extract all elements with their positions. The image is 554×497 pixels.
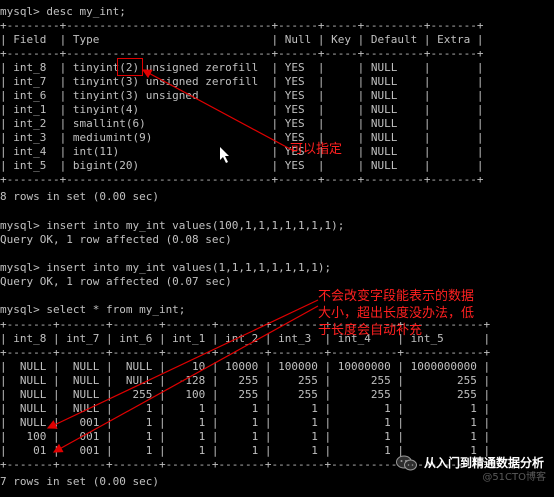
annotation-note: 可以指定: [290, 142, 343, 157]
watermark-sub: @51CTO博客: [482, 472, 546, 483]
annotation-arrows: [46, 69, 319, 453]
wechat-icon: [395, 455, 418, 471]
arrow-line: [52, 305, 319, 453]
arrow-line: [46, 299, 319, 429]
annotation-note: 不会改变字段能表示的数据 大小，超出长度没办法，低 于长度会自动补充: [318, 289, 475, 338]
mouse-cursor-icon: [220, 147, 229, 163]
arrow-line: [141, 69, 293, 151]
